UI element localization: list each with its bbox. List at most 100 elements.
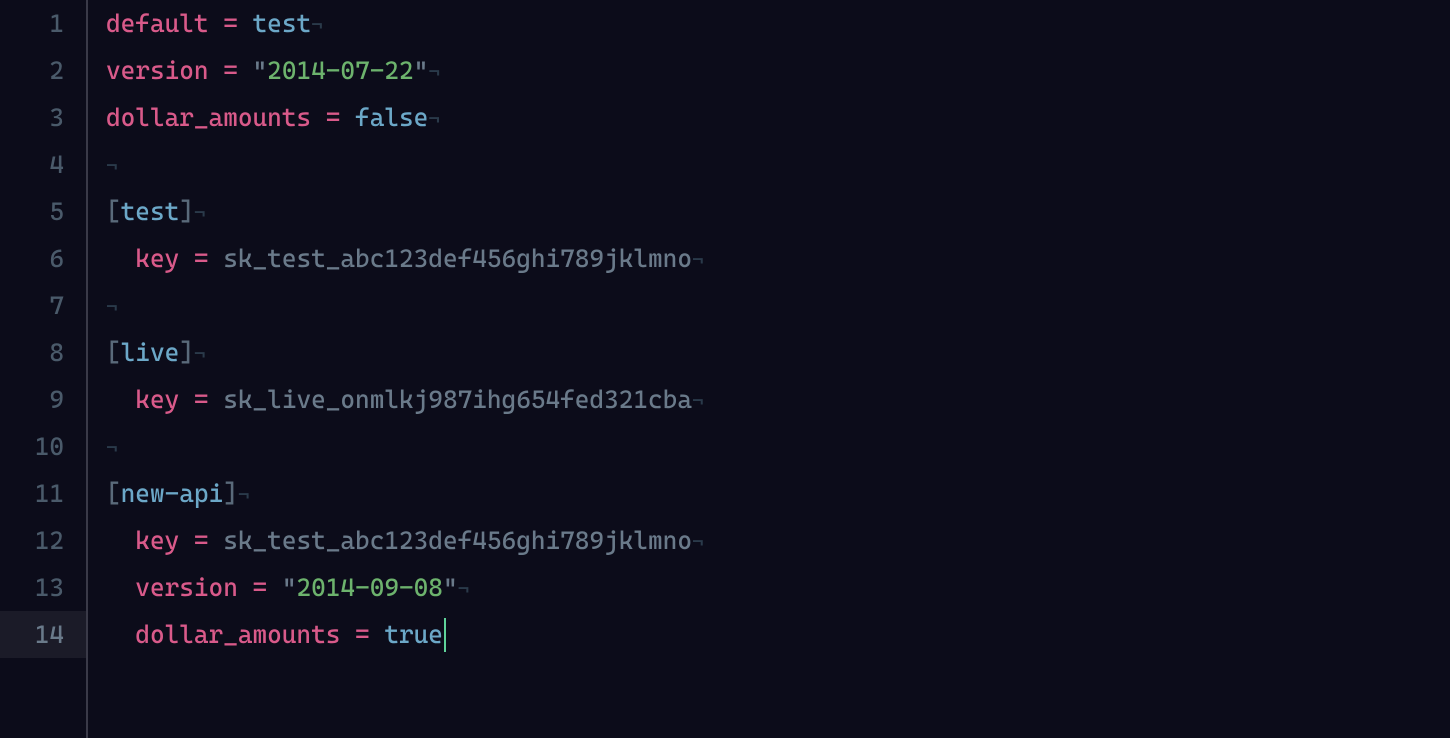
- eol-marker: ¬: [428, 60, 440, 84]
- token: version: [135, 573, 238, 602]
- eol-marker: ¬: [311, 13, 323, 37]
- token: [238, 573, 253, 602]
- line-number: 4: [0, 141, 86, 188]
- code-editor[interactable]: 1234567891011121314 default = test¬versi…: [0, 0, 1450, 738]
- token: ": [282, 573, 297, 602]
- token: =: [326, 103, 341, 132]
- code-line[interactable]: ¬: [106, 423, 1450, 470]
- code-line[interactable]: key = sk_live_onmlkj987ihg654fed321cba¬: [106, 376, 1450, 423]
- line-number: 1: [0, 0, 86, 47]
- line-number: 3: [0, 94, 86, 141]
- token: key: [135, 526, 179, 555]
- token: [: [106, 197, 121, 226]
- line-number: 10: [0, 423, 86, 470]
- token: =: [194, 244, 209, 273]
- token: [209, 9, 224, 38]
- code-line[interactable]: default = test¬: [106, 0, 1450, 47]
- token: =: [194, 526, 209, 555]
- indent: [106, 620, 135, 649]
- token: =: [223, 56, 238, 85]
- token: =: [253, 573, 268, 602]
- line-number: 14: [0, 611, 86, 658]
- token: [340, 620, 355, 649]
- line-number: 11: [0, 470, 86, 517]
- eol-marker: ¬: [692, 248, 704, 272]
- code-line[interactable]: key = sk_test_abc123def456ghi789jklmno¬: [106, 517, 1450, 564]
- eol-marker: ¬: [238, 483, 250, 507]
- token: sk_test_abc123def456ghi789jklmno: [223, 526, 692, 555]
- token: [370, 620, 385, 649]
- token: [209, 385, 224, 414]
- token: false: [355, 103, 428, 132]
- token: true: [384, 620, 443, 649]
- token: [: [106, 338, 121, 367]
- eol-marker: ¬: [106, 154, 118, 178]
- eol-marker: ¬: [194, 342, 206, 366]
- indent: [106, 385, 135, 414]
- token: sk_live_onmlkj987ihg654fed321cba: [223, 385, 692, 414]
- token: sk_test_abc123def456ghi789jklmno: [223, 244, 692, 273]
- token: test: [253, 9, 312, 38]
- token: =: [194, 385, 209, 414]
- token: key: [135, 385, 179, 414]
- token: [209, 526, 224, 555]
- line-number: 9: [0, 376, 86, 423]
- token: new-api: [121, 479, 224, 508]
- line-number: 12: [0, 517, 86, 564]
- token: [209, 244, 224, 273]
- token: [238, 9, 253, 38]
- token: version: [106, 56, 209, 85]
- token: [311, 103, 326, 132]
- eol-marker: ¬: [106, 295, 118, 319]
- code-line[interactable]: version = "2014-09-08"¬: [106, 564, 1450, 611]
- token: dollar_amounts: [135, 620, 340, 649]
- indent: [106, 244, 135, 273]
- token: test: [121, 197, 180, 226]
- token: ]: [179, 338, 194, 367]
- code-line[interactable]: ¬: [106, 282, 1450, 329]
- token: ": [253, 56, 268, 85]
- line-number: 8: [0, 329, 86, 376]
- line-number: 7: [0, 282, 86, 329]
- token: [209, 56, 224, 85]
- token: ": [414, 56, 429, 85]
- token: [179, 244, 194, 273]
- text-cursor: [444, 618, 446, 652]
- line-number: 13: [0, 564, 86, 611]
- eol-marker: ¬: [692, 530, 704, 554]
- code-area[interactable]: default = test¬version = "2014-07-22"¬do…: [88, 0, 1450, 738]
- token: 2014-07-22: [267, 56, 413, 85]
- token: key: [135, 244, 179, 273]
- token: [179, 526, 194, 555]
- token: [340, 103, 355, 132]
- line-number: 6: [0, 235, 86, 282]
- token: 2014-09-08: [296, 573, 442, 602]
- token: ]: [179, 197, 194, 226]
- code-line[interactable]: [test]¬: [106, 188, 1450, 235]
- indent: [106, 526, 135, 555]
- code-line[interactable]: key = sk_test_abc123def456ghi789jklmno¬: [106, 235, 1450, 282]
- code-line[interactable]: dollar_amounts = true: [106, 611, 1450, 658]
- line-number: 5: [0, 188, 86, 235]
- token: ]: [223, 479, 238, 508]
- code-line[interactable]: [live]¬: [106, 329, 1450, 376]
- eol-marker: ¬: [692, 389, 704, 413]
- code-line[interactable]: [new-api]¬: [106, 470, 1450, 517]
- token: default: [106, 9, 209, 38]
- code-line[interactable]: version = "2014-07-22"¬: [106, 47, 1450, 94]
- code-line[interactable]: ¬: [106, 141, 1450, 188]
- eol-marker: ¬: [194, 201, 206, 225]
- eol-marker: ¬: [106, 436, 118, 460]
- token: live: [121, 338, 180, 367]
- gutter: 1234567891011121314: [0, 0, 88, 738]
- indent: [106, 573, 135, 602]
- token: [267, 573, 282, 602]
- line-number: 2: [0, 47, 86, 94]
- eol-marker: ¬: [428, 107, 440, 131]
- token: [: [106, 479, 121, 508]
- code-line[interactable]: dollar_amounts = false¬: [106, 94, 1450, 141]
- eol-marker: ¬: [458, 577, 470, 601]
- token: ": [443, 573, 458, 602]
- token: [179, 385, 194, 414]
- token: =: [355, 620, 370, 649]
